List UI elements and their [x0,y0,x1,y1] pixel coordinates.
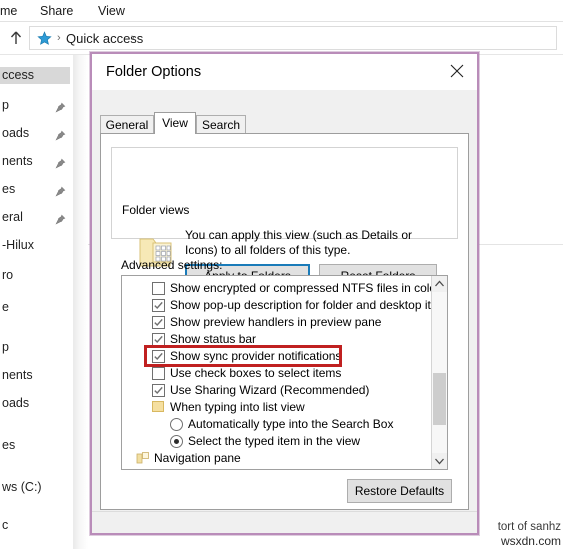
sidebar-item[interactable]: eral [0,209,23,226]
settings-row[interactable]: Use check boxes to select items [122,365,432,382]
settings-row[interactable]: Navigation pane [122,450,432,467]
settings-row-label: Use Sharing Wizard (Recommended) [170,383,370,397]
checkbox[interactable] [152,384,165,397]
sidebar-item[interactable]: p [0,339,9,356]
settings-row[interactable]: Show status bar [122,331,432,348]
checkbox[interactable] [152,333,165,346]
advanced-settings-label: Advanced settings: [121,258,223,272]
settings-row-label: Show preview handlers in preview pane [170,315,382,329]
sidebar-item[interactable]: es [0,181,15,198]
radio-button[interactable] [170,418,183,431]
folder-icon [152,401,164,412]
quick-access-star-icon [37,31,52,46]
checkbox[interactable] [152,469,165,470]
content-pane-shadow [74,55,88,549]
sidebar-item[interactable]: c [0,517,8,534]
restore-defaults-button[interactable]: Restore Defaults [347,479,452,503]
radio-button[interactable] [170,435,183,448]
ribbon-tab-share[interactable]: Share [40,1,73,21]
checkbox[interactable] [152,367,165,380]
dialog-tab-strip: General View Search [100,112,469,134]
ribbon-tab-view[interactable]: View [98,1,125,21]
sidebar-item[interactable]: -Hilux [0,237,34,254]
sidebar-item[interactable]: ws (C:) [0,479,42,496]
settings-row[interactable]: Show encrypted or compressed NTFS files … [122,280,440,297]
checkbox[interactable] [152,350,165,363]
settings-row-label: Show status bar [170,332,257,346]
settings-row[interactable]: Expand to open folder [122,467,432,470]
sidebar-item[interactable]: e [0,299,9,316]
settings-row[interactable]: Show preview handlers in preview pane [122,314,432,331]
settings-row-label: Show sync provider notifications [170,349,342,363]
settings-row[interactable]: Show sync provider notifications [122,348,432,365]
settings-row-label: Expand to open folder [170,467,287,469]
breadcrumb-chevron-2[interactable]: › [131,31,135,46]
dialog-tab-general[interactable]: General [100,115,154,134]
settings-row[interactable]: Select the typed item in the view [122,433,432,450]
settings-row-label: Show pop-up description for folder and d… [170,298,448,312]
pin-icon [55,128,66,141]
sidebar-item[interactable]: oads [0,395,29,412]
ribbon-divider [0,21,563,22]
folder-options-dialog: Folder Options General View Search Folder … [90,52,479,535]
dialog-tab-search[interactable]: Search [196,115,246,134]
settings-row-label: Automatically type into the Search Box [188,417,394,431]
settings-row[interactable]: Show pop-up description for folder and d… [122,297,447,314]
dialog-footer [92,512,477,533]
up-arrow-icon[interactable] [6,28,26,48]
settings-row-label: Show encrypted or compressed NTFS files … [170,281,441,295]
view-tab-panel: Folder views You can apply this view (su… [100,133,469,510]
settings-row[interactable]: Use Sharing Wizard (Recommended) [122,382,432,399]
sidebar-item[interactable]: nents [0,367,33,384]
dialog-tab-view[interactable]: View [154,112,196,134]
watermark-line-1: tort of sanhz [497,521,561,533]
chevron-down-icon[interactable] [432,453,447,469]
navigation-pane-icon [136,451,150,465]
pin-icon [55,156,66,169]
checkbox[interactable] [152,316,165,329]
dialog-title: Folder Options [106,64,202,80]
listbox-scrollbar[interactable] [431,276,447,469]
ribbon-tab-me[interactable]: me [0,1,17,21]
pin-icon [55,212,66,225]
folder-views-description: You can apply this view (such as Details… [185,228,413,257]
settings-row-label: Navigation pane [154,451,241,465]
settings-row-label: Select the typed item in the view [188,434,361,448]
checkbox[interactable] [152,282,165,295]
advanced-settings-listbox[interactable]: Show encrypted or compressed NTFS files … [121,275,448,470]
watermark-line-2: wsxdn.com [500,534,561,548]
sidebar-item[interactable]: nents [0,153,33,170]
folder-views-legend: Folder views [119,203,193,217]
sidebar-item[interactable]: p [0,97,9,114]
settings-row[interactable]: When typing into list view [122,399,432,416]
ribbon-tab-strip: me Share View [0,0,563,22]
breadcrumb-chevron-1: › [57,32,61,44]
checkbox[interactable] [152,299,165,312]
screenshot-root: me Share View › Quick access › ccess p oads n… [0,0,563,549]
sidebar-item[interactable]: ro [0,267,13,284]
settings-row-label: When typing into list view [170,400,305,414]
settings-row[interactable]: Automatically type into the Search Box [122,416,432,433]
settings-row-label: Use check boxes to select items [170,366,342,380]
pin-icon [55,100,66,113]
sidebar-item[interactable]: oads [0,125,29,142]
folder-views-group [111,147,458,239]
close-icon[interactable] [437,54,477,87]
pin-icon [55,184,66,197]
chevron-up-icon[interactable] [432,276,447,292]
sidebar-item[interactable]: es [0,437,15,454]
scrollbar-thumb[interactable] [433,373,446,425]
sidebar-item[interactable]: ccess [0,67,70,84]
